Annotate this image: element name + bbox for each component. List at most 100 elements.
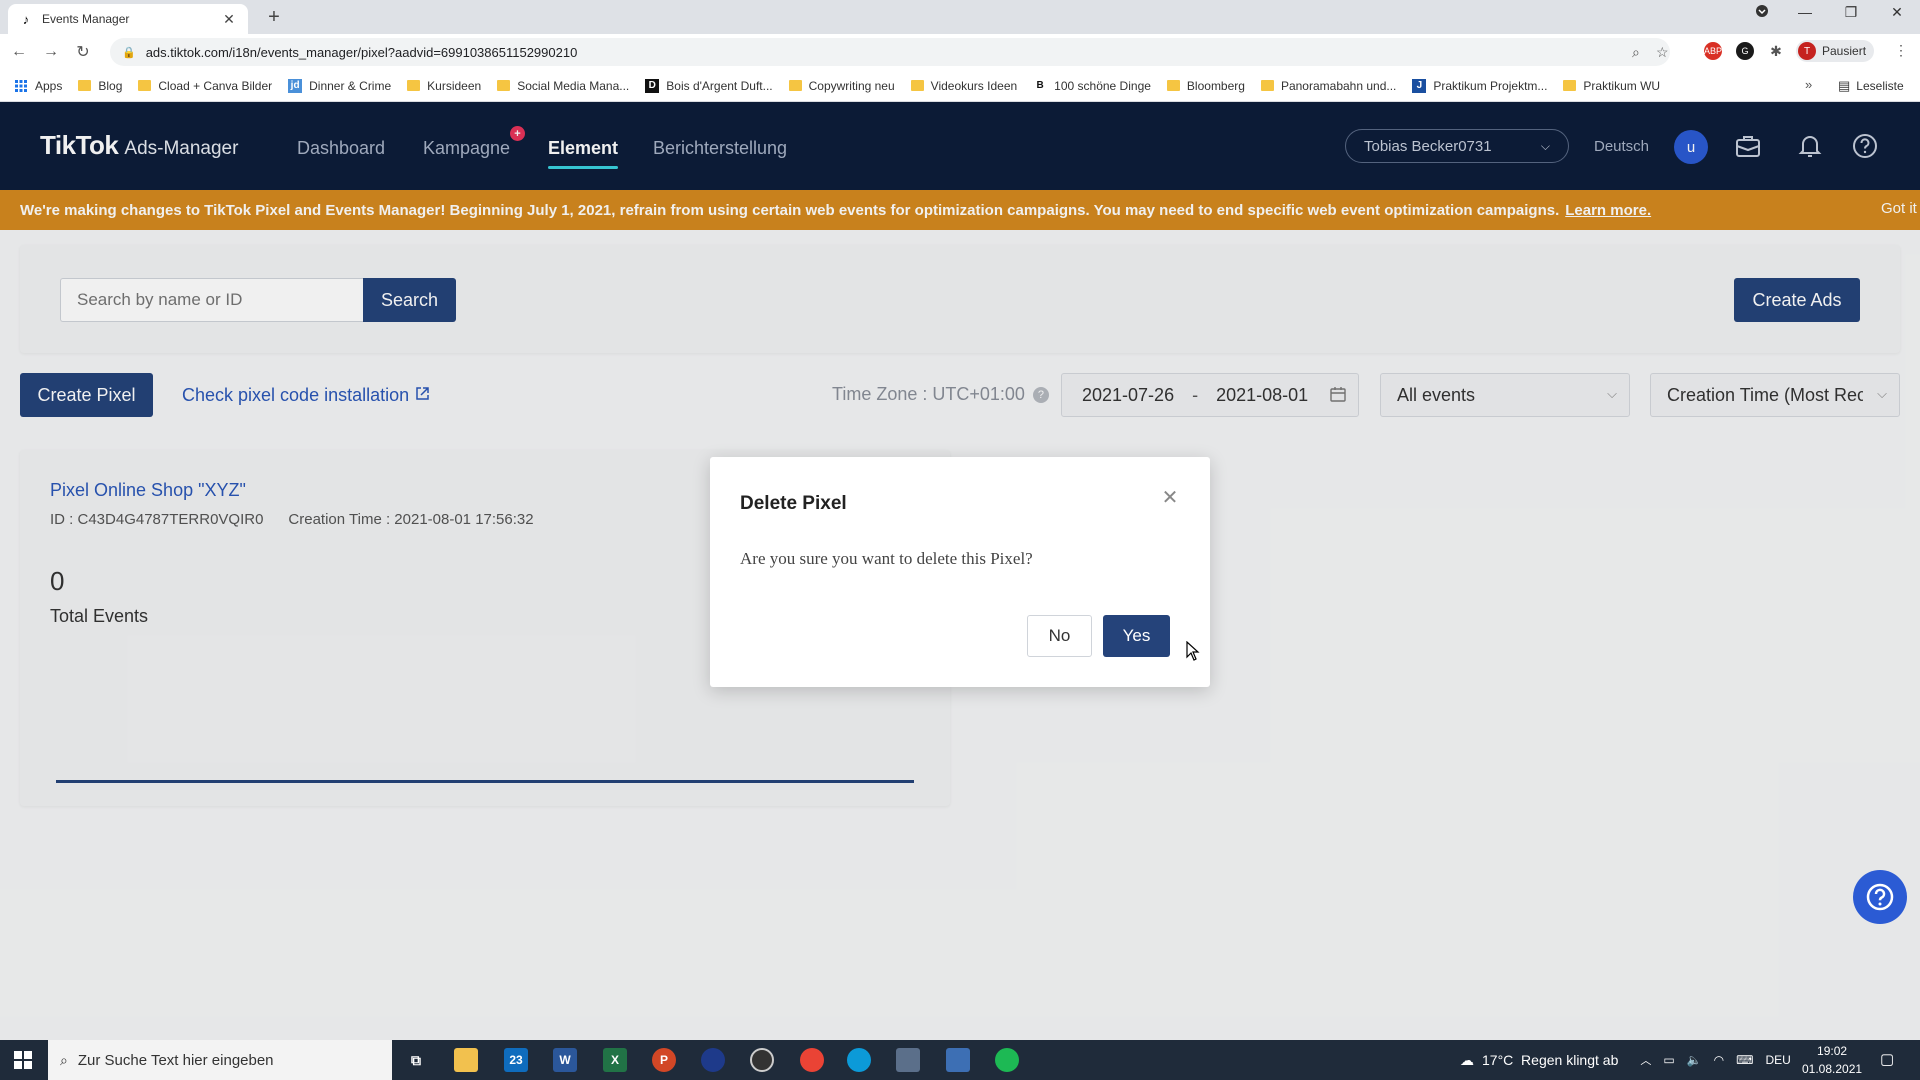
bookmark-bloomberg[interactable]: Bloomberg [1166, 78, 1245, 93]
task-view-icon[interactable]: ⧉ [404, 1048, 428, 1072]
bookmark-bois-dargent[interactable]: D Bois d'Argent Duft... [645, 78, 773, 93]
bookmark-dinner-crime[interactable]: jd Dinner & Crime [288, 78, 392, 93]
reading-list-label: Leseliste [1856, 79, 1904, 93]
folder-icon [788, 80, 802, 91]
app-icon[interactable] [896, 1048, 920, 1072]
folder-icon [1260, 80, 1274, 91]
browser-menu-icon[interactable]: ⋮ [1894, 42, 1908, 59]
folder-icon [497, 80, 511, 91]
yes-button[interactable]: Yes [1103, 615, 1170, 657]
bookmark-label: Apps [35, 78, 63, 93]
mouse-cursor-icon [1186, 641, 1200, 661]
bookmark-star-icon[interactable]: ☆ [1656, 44, 1669, 61]
word-icon[interactable]: W [553, 1048, 577, 1072]
bookmark-label: Kursideen [427, 78, 482, 93]
site-icon: B [1036, 80, 1044, 91]
no-button[interactable]: No [1027, 615, 1092, 657]
tab-search-icon[interactable] [1747, 4, 1777, 21]
bookmark-label: Praktikum WU [1583, 78, 1661, 93]
bookmark-copywriting[interactable]: Copywriting neu [788, 78, 895, 93]
site-icon: jd [288, 78, 303, 93]
lock-icon: 🔒 [122, 46, 136, 59]
bookmark-apps[interactable]: Apps [14, 79, 62, 93]
reading-list-button[interactable]: ▤ Leseliste [1838, 70, 1904, 102]
window-close-icon[interactable]: ✕ [1882, 4, 1912, 21]
bookmark-label: Panoramabahn und... [1280, 78, 1397, 93]
notifications-icon[interactable]: ▢ [1880, 1050, 1894, 1068]
address-bar[interactable]: 🔒 ads.tiktok.com/i18n/events_manager/pix… [110, 38, 1670, 66]
bookmark-praktikum-projekt[interactable]: J Praktikum Projektm... [1412, 78, 1548, 93]
folder-icon [78, 80, 92, 91]
taskbar-search[interactable]: ⌕ Zur Suche Text hier eingeben [48, 1040, 392, 1080]
bookmark-videokurs[interactable]: Videokurs Ideen [910, 79, 1017, 93]
bookmark-panoramabahn[interactable]: Panoramabahn und... [1260, 78, 1397, 93]
adblock-extension-icon[interactable]: ABP [1704, 42, 1722, 60]
bookmark-social-media[interactable]: Social Media Mana... [497, 79, 629, 93]
dialog-title: Delete Pixel [740, 493, 847, 514]
obs-icon[interactable] [750, 1048, 774, 1072]
reload-icon[interactable]: ↻ [70, 42, 96, 62]
folder-icon [138, 80, 152, 91]
bookmark-label: Bois d'Argent Duft... [666, 78, 773, 93]
profile-avatar: T [1798, 42, 1816, 60]
spotify-icon[interactable] [995, 1048, 1019, 1072]
keyboard-icon[interactable]: ⌨ [1736, 1053, 1753, 1067]
taskbar-clock[interactable]: 19:02 01.08.2021 [1802, 1042, 1862, 1078]
tiktok-favicon-icon: ♪ [22, 11, 30, 27]
profile-button[interactable]: T Pausiert [1796, 40, 1875, 62]
app-icon[interactable] [946, 1048, 970, 1072]
bookmark-label: Praktikum Projektm... [1433, 78, 1548, 93]
volume-icon[interactable]: 🔈 [1687, 1053, 1702, 1067]
clock-time: 19:02 [1817, 1044, 1848, 1058]
bookmark-kursideen[interactable]: Kursideen [407, 79, 481, 93]
edge-icon[interactable] [847, 1048, 871, 1072]
help-circle-icon [1866, 883, 1894, 911]
zoom-icon[interactable]: ⌕ [1632, 44, 1640, 61]
reading-list-icon: ▤ [1838, 78, 1851, 93]
bookmark-label: Dinner & Crime [309, 78, 392, 93]
restore-icon[interactable]: ❐ [1836, 4, 1866, 21]
tab-close-icon[interactable]: ✕ [220, 11, 238, 28]
input-language[interactable]: DEU [1765, 1053, 1790, 1067]
bookmarks-overflow-icon[interactable]: » [1805, 77, 1812, 92]
bookmark-label: Blog [98, 78, 123, 93]
floating-help-button[interactable] [1853, 870, 1907, 924]
new-tab-icon[interactable]: + [262, 6, 286, 29]
chevron-up-icon[interactable]: ︿ [1640, 1052, 1651, 1068]
powerpoint-icon[interactable]: P [652, 1048, 676, 1072]
windows-start-icon[interactable] [0, 1040, 46, 1080]
bookmark-praktikum-wu[interactable]: Praktikum WU [1563, 79, 1660, 93]
url-text: ads.tiktok.com/i18n/events_manager/pixel… [145, 44, 578, 60]
bookmark-100-dinge[interactable]: B 100 schöne Dinge [1033, 79, 1151, 93]
network-icon[interactable]: ▭ [1663, 1053, 1674, 1067]
tab-title: Events Manager [42, 12, 130, 26]
bookmark-label: Copywriting neu [808, 78, 895, 93]
bookmark-label: Bloomberg [1186, 78, 1245, 93]
extensions-puzzle-icon[interactable]: ✱ [1767, 42, 1785, 60]
mail-icon[interactable]: 23 [504, 1048, 528, 1072]
dialog-message: Are you sure you want to delete this Pix… [740, 549, 1033, 568]
browser-toolbar: ← → ↻ 🔒 ads.tiktok.com/i18n/events_manag… [0, 34, 1920, 70]
excel-icon[interactable]: X [603, 1048, 627, 1072]
back-arrow-icon[interactable]: ← [6, 43, 32, 61]
forward-arrow-icon[interactable]: → [38, 43, 64, 61]
profile-status: Pausiert [1822, 44, 1867, 58]
bookmark-cload-canva[interactable]: Cload + Canva Bilder [138, 79, 272, 93]
bookmark-label: 100 schöne Dinge [1054, 78, 1151, 93]
weather-text[interactable]: 17°C Regen klingt ab [1482, 1052, 1618, 1068]
site-icon: J [1412, 78, 1427, 93]
close-icon[interactable]: ✕ [1158, 485, 1182, 509]
grammarly-extension-icon[interactable]: G [1736, 42, 1754, 60]
chrome-icon[interactable] [800, 1048, 824, 1072]
minimize-icon[interactable]: — [1790, 4, 1820, 20]
system-tray: ☁ 17°C Regen klingt ab ︿ ▭ 🔈 ◠ ⌨ DEU [1460, 1040, 1791, 1080]
bookmark-blog[interactable]: Blog [78, 79, 122, 93]
taskbar-search-placeholder: Zur Suche Text hier eingeben [77, 1051, 274, 1069]
bookmark-label: Social Media Mana... [517, 78, 630, 93]
weather-cloud-icon: ☁ [1460, 1051, 1474, 1068]
wifi-icon[interactable]: ◠ [1714, 1053, 1724, 1067]
windows-taskbar: ⌕ Zur Suche Text hier eingeben ⧉ 23 W X … [0, 1040, 1920, 1080]
browser-tab[interactable]: ♪ Events Manager ✕ [8, 4, 248, 34]
file-explorer-icon[interactable] [454, 1048, 478, 1072]
app-icon[interactable] [701, 1048, 725, 1072]
